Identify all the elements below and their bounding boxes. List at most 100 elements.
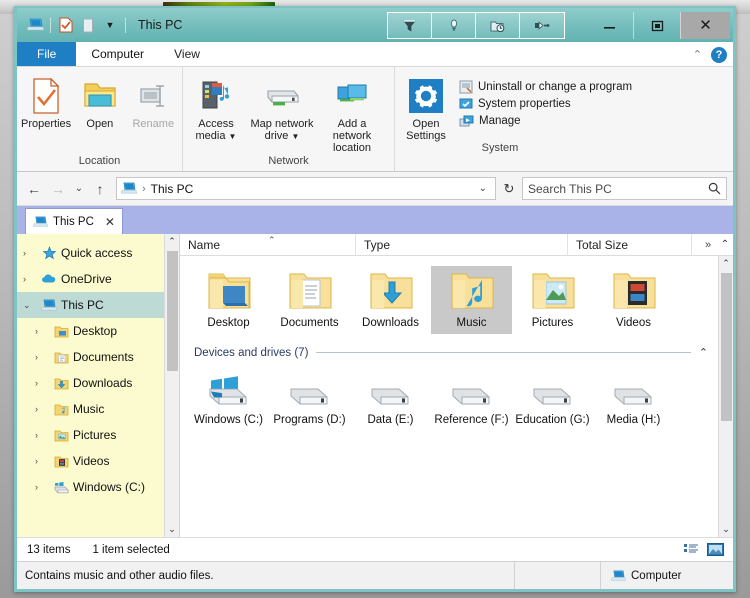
- search-box[interactable]: Search This PC: [522, 177, 727, 200]
- breadcrumb[interactable]: This PC: [151, 182, 194, 196]
- file-item-videos[interactable]: Videos: [593, 266, 674, 334]
- file-item-data-e[interactable]: Data (E:): [350, 363, 431, 431]
- group-collapse-icon[interactable]: ⌃: [699, 346, 708, 359]
- scroll-track[interactable]: [719, 271, 733, 522]
- chevron-right-icon[interactable]: ›: [35, 378, 51, 388]
- navigation-pane-scrollbar[interactable]: ⌃ ⌄: [164, 234, 179, 537]
- tab-computer[interactable]: Computer: [76, 42, 160, 66]
- sidebar-item-windows-c[interactable]: › Windows (C:): [17, 474, 164, 500]
- ribbon-group-location: Properties Open Rename Location: [17, 67, 183, 171]
- sidebar-item-documents[interactable]: › Documents: [17, 344, 164, 370]
- item-count-label: 13 items: [27, 543, 71, 556]
- tab-view[interactable]: View: [159, 42, 215, 66]
- open-settings-button[interactable]: Open Settings: [397, 74, 455, 142]
- file-item-reference-f[interactable]: Reference (F:): [431, 363, 512, 431]
- eject-icon[interactable]: [520, 13, 564, 38]
- group-header-devices-and-drives[interactable]: Devices and drives (7) ⌃: [194, 346, 708, 360]
- column-collapse-icon[interactable]: ⌃: [717, 239, 733, 250]
- scroll-thumb[interactable]: [720, 273, 732, 421]
- sidebar-item-onedrive[interactable]: › OneDrive: [17, 266, 164, 292]
- sidebar-item-quick-access[interactable]: › Quick access: [17, 240, 164, 266]
- file-item-desktop[interactable]: Desktop: [188, 266, 269, 334]
- column-label: Total Size: [576, 237, 629, 252]
- scroll-down-icon[interactable]: ⌄: [168, 522, 176, 537]
- new-folder-icon[interactable]: [78, 15, 98, 35]
- chevron-right-icon[interactable]: ›: [35, 430, 51, 440]
- file-list-scrollbar[interactable]: ⌃ ⌄: [718, 256, 733, 537]
- search-input[interactable]: Search This PC: [528, 182, 612, 196]
- file-item-documents[interactable]: Documents: [269, 266, 350, 334]
- large-icons-view-button[interactable]: [705, 541, 725, 559]
- search-icon[interactable]: [708, 182, 721, 195]
- file-item-programs-d[interactable]: Programs (D:): [269, 363, 350, 431]
- system-properties-button[interactable]: System properties: [459, 97, 632, 111]
- details-view-button[interactable]: [681, 541, 701, 559]
- sidebar-item-videos[interactable]: › Videos: [17, 448, 164, 474]
- recent-locations-button[interactable]: ⌄: [71, 178, 87, 200]
- column-more-icon[interactable]: »: [699, 239, 717, 251]
- tab-close-icon[interactable]: ✕: [105, 215, 115, 229]
- properties-button[interactable]: Properties: [19, 74, 73, 130]
- map-network-drive-dropdown-icon[interactable]: ▼: [291, 132, 299, 141]
- access-media-dropdown-icon[interactable]: ▼: [229, 132, 237, 141]
- uninstall-program-button[interactable]: Uninstall or change a program: [459, 80, 632, 94]
- properties-check-icon[interactable]: [56, 15, 76, 35]
- address-dropdown-icon[interactable]: ⌄: [475, 183, 491, 194]
- chevron-down-icon[interactable]: ⌄: [23, 300, 39, 311]
- open-button[interactable]: Open: [73, 74, 126, 130]
- access-media-button[interactable]: Access media ▼: [185, 74, 247, 143]
- chevron-right-icon[interactable]: ›: [35, 326, 51, 336]
- column-header-type[interactable]: Type: [356, 233, 568, 256]
- file-name: Data (E:): [367, 414, 414, 426]
- thispc-icon[interactable]: [25, 15, 45, 35]
- scroll-thumb[interactable]: [166, 251, 178, 371]
- chevron-right-icon[interactable]: ›: [23, 274, 39, 284]
- file-item-music[interactable]: Music: [431, 266, 512, 334]
- thispc-icon: [33, 216, 48, 228]
- map-network-drive-icon: [263, 76, 301, 116]
- chevron-right-icon[interactable]: ›: [35, 352, 51, 362]
- maximize-button[interactable]: [633, 12, 680, 39]
- forward-button[interactable]: →: [47, 178, 69, 200]
- scroll-down-icon[interactable]: ⌄: [722, 522, 730, 537]
- refresh-button[interactable]: ↻: [498, 181, 520, 197]
- scroll-up-icon[interactable]: ⌃: [168, 234, 176, 249]
- file-item-media-h[interactable]: Media (H:): [593, 363, 674, 431]
- properties-icon: [31, 76, 61, 116]
- sidebar-item-downloads[interactable]: › Downloads: [17, 370, 164, 396]
- scroll-track[interactable]: [165, 249, 179, 522]
- sidebar-item-music[interactable]: › Music: [17, 396, 164, 422]
- column-header-name[interactable]: Name ⌃: [180, 233, 356, 256]
- up-button[interactable]: ↑: [89, 178, 111, 200]
- recent-folders-icon[interactable]: [476, 13, 520, 38]
- rename-button[interactable]: Rename: [127, 74, 180, 130]
- chevron-right-icon[interactable]: ›: [35, 482, 51, 492]
- file-item-education-g[interactable]: Education (G:): [512, 363, 593, 431]
- close-button[interactable]: ✕: [680, 12, 730, 39]
- tab-this-pc[interactable]: This PC ✕: [25, 208, 123, 234]
- back-button[interactable]: ←: [23, 178, 45, 200]
- file-item-pictures[interactable]: Pictures: [512, 266, 593, 334]
- music-folder-icon: [447, 270, 497, 314]
- chevron-right-icon[interactable]: ›: [35, 456, 51, 466]
- file-item-downloads[interactable]: Downloads: [350, 266, 431, 334]
- tab-file[interactable]: File: [17, 42, 77, 66]
- address-bar[interactable]: › This PC ⌄: [116, 177, 496, 200]
- minimize-button[interactable]: [586, 12, 633, 39]
- map-network-drive-button[interactable]: Map network drive ▼: [247, 74, 317, 143]
- file-list[interactable]: Desktop Documents Downloads Music Pictur…: [180, 256, 718, 537]
- help-icon[interactable]: ?: [711, 46, 727, 63]
- chevron-right-icon[interactable]: ›: [35, 404, 51, 414]
- manage-button[interactable]: Manage: [459, 114, 632, 128]
- filter-icon[interactable]: [388, 13, 432, 38]
- sidebar-item-this-pc[interactable]: ⌄ This PC: [17, 292, 164, 318]
- collapse-ribbon-icon[interactable]: ⌃: [693, 48, 702, 61]
- file-item-windows-c[interactable]: Windows (C:): [188, 363, 269, 431]
- customize-qat-icon[interactable]: ▼: [100, 15, 120, 35]
- pin-icon[interactable]: [432, 13, 476, 38]
- scroll-up-icon[interactable]: ⌃: [722, 256, 730, 271]
- column-header-total-size[interactable]: Total Size: [568, 233, 692, 256]
- chevron-right-icon[interactable]: ›: [23, 248, 39, 258]
- sidebar-item-desktop[interactable]: › Desktop: [17, 318, 164, 344]
- sidebar-item-pictures[interactable]: › Pictures: [17, 422, 164, 448]
